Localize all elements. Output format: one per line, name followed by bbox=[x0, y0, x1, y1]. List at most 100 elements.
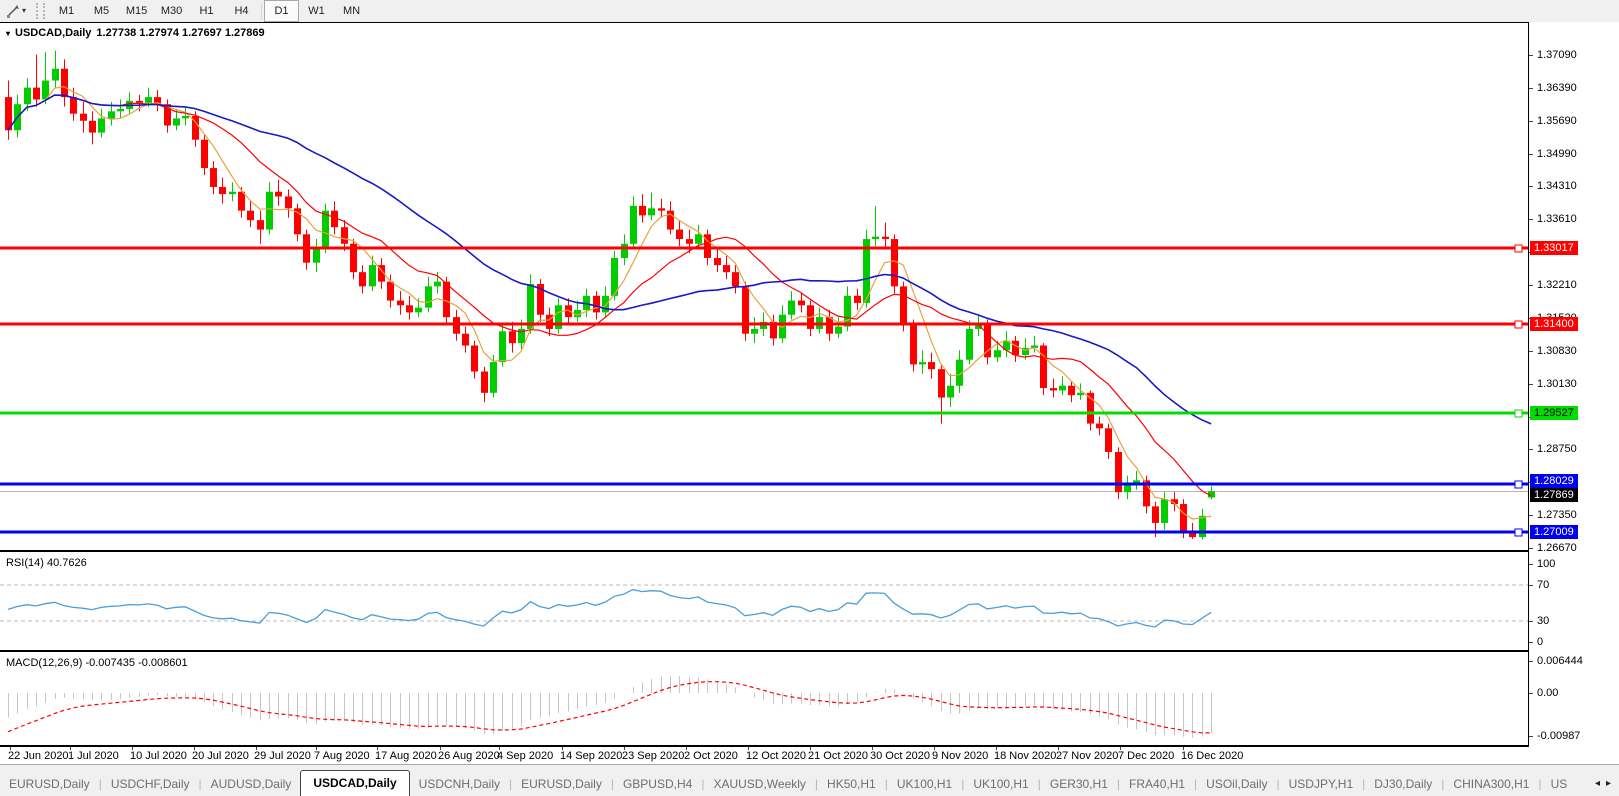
timeframe-button-M5[interactable]: M5 bbox=[84, 0, 119, 22]
chart-tab-audusd-daily[interactable]: AUDUSD,Daily bbox=[202, 773, 301, 796]
rsi-canvas[interactable] bbox=[0, 552, 1528, 650]
date-axis[interactable]: 22 Jun 20201 Jul 2020 10 Jul 2020 20 Jul 2… bbox=[0, 747, 1528, 764]
axis-tick-mark bbox=[1529, 661, 1533, 662]
axis-tick-mark bbox=[1529, 736, 1533, 737]
axis-tick-mark bbox=[1529, 449, 1533, 450]
date-label: 17 Aug 2020 bbox=[375, 750, 437, 762]
price-tick-label: 1.33610 bbox=[1537, 213, 1577, 225]
level-price-label: 1.27009 bbox=[1530, 525, 1578, 539]
chart-title-collapse-icon[interactable]: ▾ bbox=[6, 29, 10, 38]
date-label: 23 Sep 2020 bbox=[622, 750, 684, 762]
price-tick-label: 1.32210 bbox=[1537, 279, 1577, 291]
axis-tick-mark bbox=[1529, 186, 1533, 187]
price-tick-label: 1.30130 bbox=[1537, 378, 1577, 390]
chart-tab-eurusd-daily[interactable]: EURUSD,Daily bbox=[0, 773, 99, 796]
rsi-tick-label: 100 bbox=[1537, 558, 1555, 570]
chart-tab-usdchf-daily[interactable]: USDCHF,Daily bbox=[102, 773, 199, 796]
chart-tab-usdcad-daily[interactable]: USDCAD,Daily bbox=[300, 770, 409, 796]
chart-tab-us[interactable]: US bbox=[1542, 773, 1577, 796]
chart-tab-eurusd-daily[interactable]: EURUSD,Daily bbox=[512, 773, 611, 796]
toolbar-grip[interactable] bbox=[36, 3, 45, 19]
draw-tool-button[interactable]: ▾ bbox=[0, 0, 32, 22]
date-label: 9 Nov 2020 bbox=[932, 750, 988, 762]
axis-tick-mark bbox=[1529, 515, 1533, 516]
chart-tab-gbpusd-h4[interactable]: GBPUSD,H4 bbox=[614, 773, 701, 796]
crosshair-pen-icon bbox=[6, 4, 20, 18]
date-label: 14 Sep 2020 bbox=[560, 750, 622, 762]
chart-tab-uk100-h1[interactable]: UK100,H1 bbox=[888, 773, 961, 796]
axis-tick-mark bbox=[1529, 384, 1533, 385]
price-axis[interactable]: 1.370901.363901.356901.349901.343101.336… bbox=[1529, 22, 1619, 764]
date-label: 2 Oct 2020 bbox=[684, 750, 738, 762]
timeframe-button-M15[interactable]: M15 bbox=[119, 0, 154, 22]
macd-label: MACD(12,26,9) -0.007435 -0.008601 bbox=[6, 657, 188, 669]
price-tick-label: 1.26670 bbox=[1537, 542, 1577, 554]
chart-tab-ger30-h1[interactable]: GER30,H1 bbox=[1041, 773, 1117, 796]
timeframe-button-H1[interactable]: H1 bbox=[189, 0, 224, 22]
chart-symbol-label: USDCAD,Daily bbox=[15, 27, 91, 39]
macd-tick-label: -0.00987 bbox=[1537, 730, 1580, 742]
chart-tab-fra40-h1[interactable]: FRA40,H1 bbox=[1120, 773, 1194, 796]
date-label: 21 Oct 2020 bbox=[808, 750, 868, 762]
date-label: 1 Jul 2020 bbox=[68, 750, 119, 762]
price-tick-label: 1.36390 bbox=[1537, 82, 1577, 94]
mt4-window: ▾ M1M5M15M30H1H4D1W1MN ▾ USDCAD,Daily 1.… bbox=[0, 0, 1619, 796]
macd-canvas[interactable] bbox=[0, 652, 1528, 745]
chart-tab-china300-h1[interactable]: CHINA300,H1 bbox=[1444, 773, 1538, 796]
chart-tab-usdjpy-h1[interactable]: USDJPY,H1 bbox=[1280, 773, 1362, 796]
chart-title: ▾ USDCAD,Daily 1.27738 1.27974 1.27697 1… bbox=[6, 27, 265, 39]
timeframe-button-W1[interactable]: W1 bbox=[299, 0, 334, 22]
timeframe-button-M1[interactable]: M1 bbox=[49, 0, 84, 22]
timeframe-button-D1[interactable]: D1 bbox=[264, 0, 299, 22]
date-label: 20 Jul 2020 bbox=[192, 750, 249, 762]
level-price-label: 1.29527 bbox=[1530, 406, 1578, 420]
timeframe-button-group: M1M5M15M30H1H4D1W1MN bbox=[49, 0, 369, 22]
chart-tab-hk50-h1[interactable]: HK50,H1 bbox=[818, 773, 885, 796]
timeframe-toolbar: ▾ M1M5M15M30H1H4D1W1MN bbox=[0, 0, 1619, 22]
axis-tick-mark bbox=[1529, 564, 1533, 565]
timeframe-button-H4[interactable]: H4 bbox=[224, 0, 259, 22]
axis-tick-mark bbox=[1529, 219, 1533, 220]
timeframe-button-MN[interactable]: MN bbox=[334, 0, 369, 22]
date-label: 30 Oct 2020 bbox=[870, 750, 930, 762]
chart-tab-dj30-daily[interactable]: DJ30,Daily bbox=[1365, 773, 1441, 796]
date-label: 7 Aug 2020 bbox=[314, 750, 370, 762]
chart-tab-bar: EURUSD,Daily|USDCHF,Daily|AUDUSD,DailyUS… bbox=[0, 764, 1619, 796]
axis-tick-mark bbox=[1529, 548, 1533, 549]
date-label: 16 Dec 2020 bbox=[1181, 750, 1243, 762]
level-price-label: 1.33017 bbox=[1530, 241, 1578, 255]
rsi-tick-label: 30 bbox=[1537, 615, 1549, 627]
macd-tick-label: 0.00 bbox=[1537, 687, 1558, 699]
price-tick-label: 1.34310 bbox=[1537, 180, 1577, 192]
date-label: 12 Oct 2020 bbox=[746, 750, 806, 762]
axis-tick-mark bbox=[1529, 121, 1533, 122]
toolbar-separator bbox=[261, 3, 262, 19]
level-price-label: 1.28029 bbox=[1530, 474, 1578, 488]
timeframe-button-M30[interactable]: M30 bbox=[154, 0, 189, 22]
chart-tab-usoil-daily[interactable]: USOil,Daily bbox=[1197, 773, 1276, 796]
chart-tab-uk100-h1[interactable]: UK100,H1 bbox=[964, 773, 1037, 796]
axis-tick-mark bbox=[1529, 285, 1533, 286]
date-label: 4 Sep 2020 bbox=[497, 750, 553, 762]
price-tick-label: 1.37090 bbox=[1537, 49, 1577, 61]
date-label: 27 Nov 2020 bbox=[1056, 750, 1118, 762]
date-label: 26 Aug 2020 bbox=[438, 750, 500, 762]
level-price-label: 1.31400 bbox=[1530, 317, 1578, 331]
price-tick-label: 1.34990 bbox=[1537, 148, 1577, 160]
tab-scroll-right-icon[interactable]: ▸ bbox=[1606, 779, 1611, 789]
chart-tab-xauusd-weekly[interactable]: XAUUSD,Weekly bbox=[704, 773, 814, 796]
chart-tab-usdcnh-daily[interactable]: USDCNH,Daily bbox=[410, 773, 509, 796]
rsi-tick-label: 70 bbox=[1537, 579, 1549, 591]
tab-scroll-left-icon[interactable]: ◂ bbox=[1595, 779, 1600, 789]
rsi-tick-label: 0 bbox=[1537, 636, 1543, 648]
axis-tick-mark bbox=[1529, 154, 1533, 155]
chart-ohlc-values: 1.27738 1.27974 1.27697 1.27869 bbox=[96, 27, 264, 39]
date-label: 10 Jul 2020 bbox=[130, 750, 187, 762]
macd-tick-label: 0.006444 bbox=[1537, 655, 1583, 667]
chevron-down-icon: ▾ bbox=[22, 7, 26, 15]
main-chart-canvas[interactable] bbox=[0, 23, 1528, 550]
date-label: 22 Jun 2020 bbox=[8, 750, 69, 762]
price-tick-label: 1.30830 bbox=[1537, 345, 1577, 357]
price-tick-label: 1.28750 bbox=[1537, 443, 1577, 455]
tab-scroll-controls: ◂▸ bbox=[1593, 779, 1619, 796]
